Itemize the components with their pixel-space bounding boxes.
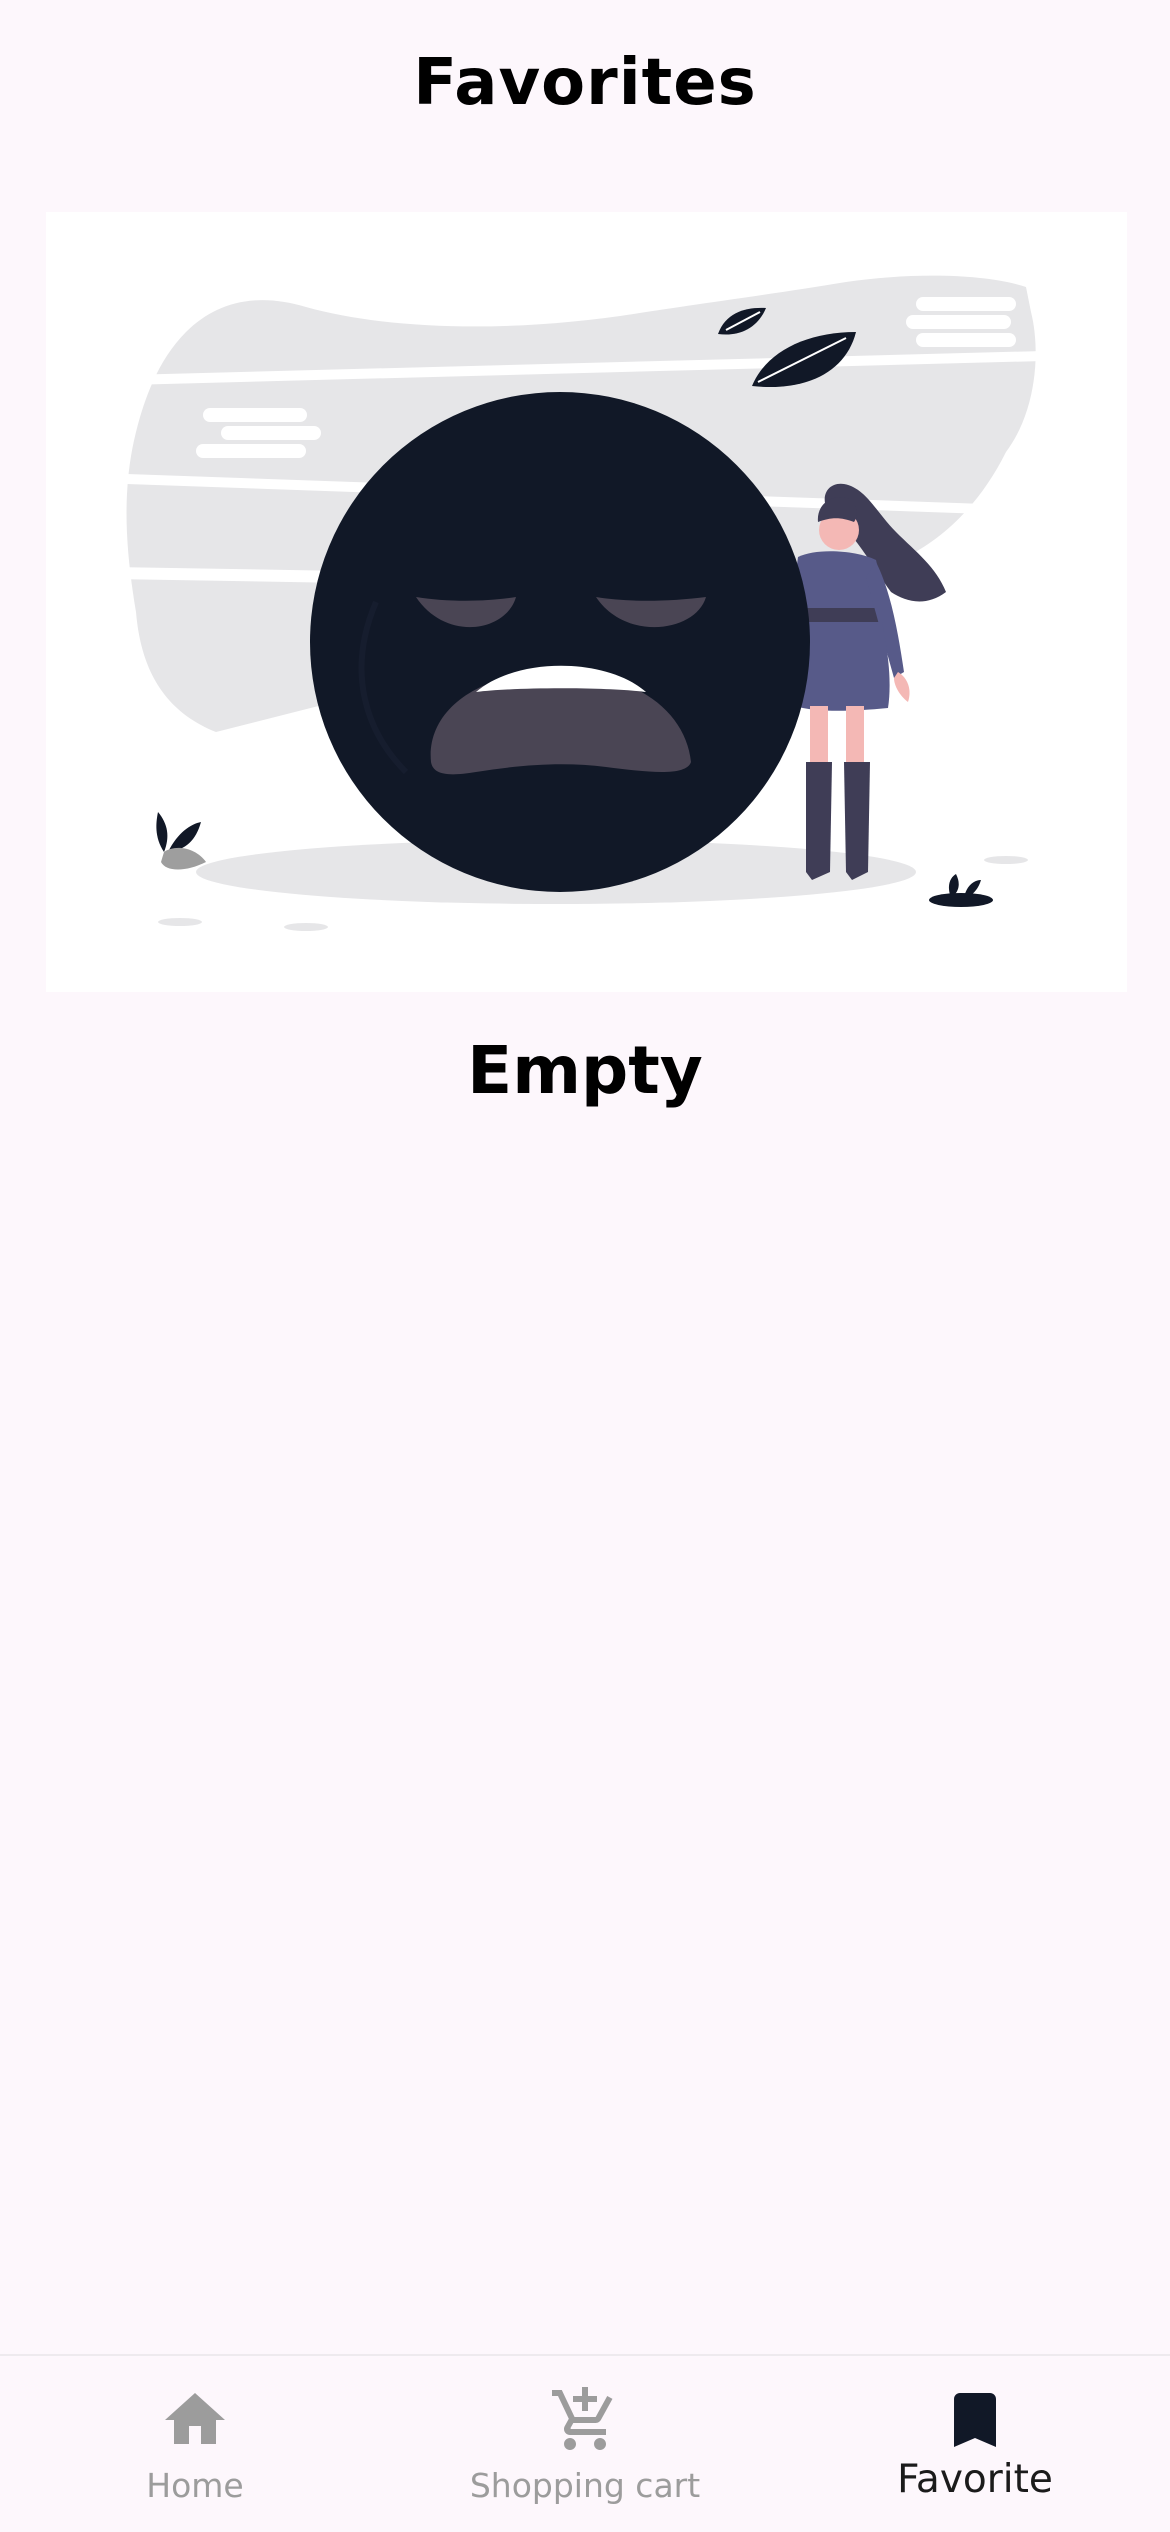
nav-item-favorite[interactable]: Favorite	[780, 2356, 1170, 2532]
empty-state-message: Empty	[467, 1032, 703, 1109]
empty-state-illustration	[46, 212, 1127, 992]
nav-label-home: Home	[146, 2466, 244, 2505]
add-cart-icon	[552, 2387, 613, 2450]
nav-item-home[interactable]: Home	[0, 2356, 390, 2532]
nav-label-favorite: Favorite	[897, 2457, 1053, 2502]
nav-label-shopping-cart: Shopping cart	[469, 2466, 701, 2505]
page-title: Favorites	[413, 46, 757, 120]
bookmark-icon	[954, 2393, 996, 2447]
sad-face	[310, 392, 810, 892]
home-icon	[165, 2393, 225, 2444]
bottom-navigation-bar: Home Shopping cart Favorite	[0, 2354, 1170, 2532]
nav-item-shopping-cart[interactable]: Shopping cart	[390, 2356, 780, 2532]
